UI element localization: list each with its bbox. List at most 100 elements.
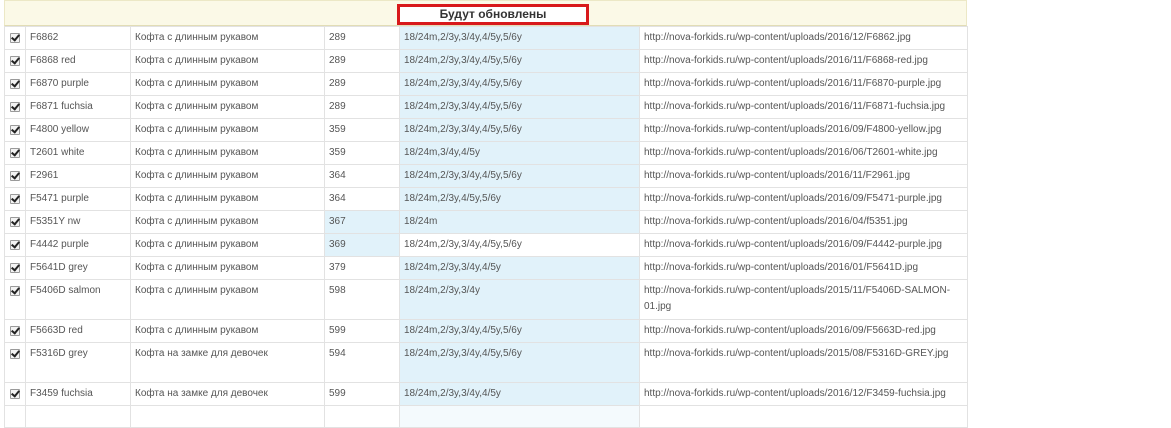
- checkbox-checked-icon[interactable]: [10, 326, 20, 336]
- sku-cell: F5316D grey: [25, 342, 131, 383]
- cutoff-cell: [399, 405, 640, 428]
- table-row: F5316D grey Кофта на замке для девочек 594…: [4, 342, 968, 383]
- sizes-cell: 18/24m,2/3y,3/4y,4/5y,5/6y: [399, 95, 640, 119]
- checkbox-checked-icon[interactable]: [10, 349, 20, 359]
- table-row-cutoff: [4, 405, 968, 428]
- price-cell: 289: [324, 49, 400, 73]
- image-url-cell: http://nova-forkids.ru/wp-content/upload…: [639, 49, 968, 73]
- name-cell: Кофта с длинным рукавом: [130, 256, 325, 280]
- price-cell: 367: [324, 210, 400, 234]
- checkbox-checked-icon[interactable]: [10, 217, 20, 227]
- image-url-cell: http://nova-forkids.ru/wp-content/upload…: [639, 187, 968, 211]
- sku-cell: F5663D red: [25, 319, 131, 343]
- price-cell: 289: [324, 72, 400, 96]
- sku-cell: F4800 yellow: [25, 118, 131, 142]
- price-cell: 598: [324, 279, 400, 320]
- table-row: F4442 purple Кофта с длинным рукавом 369 18…: [4, 233, 968, 257]
- sizes-cell: 18/24m,2/3y,3/4y,4/5y,5/6y: [399, 72, 640, 96]
- checkbox-checked-icon[interactable]: [10, 171, 20, 181]
- checkbox-checked-icon[interactable]: [10, 102, 20, 112]
- row-select-checkbox[interactable]: [4, 342, 26, 383]
- row-select-checkbox[interactable]: [4, 210, 26, 234]
- sizes-cell: 18/24m,2/3y,3/4y,4/5y: [399, 382, 640, 406]
- image-url-cell: http://nova-forkids.ru/wp-content/upload…: [639, 256, 968, 280]
- table-row: F5663D red Кофта с длинным рукавом 599 18/2…: [4, 319, 968, 343]
- cutoff-cell: [4, 405, 26, 428]
- image-url-cell: http://nova-forkids.ru/wp-content/upload…: [639, 210, 968, 234]
- price-cell: 594: [324, 342, 400, 383]
- row-select-checkbox[interactable]: [4, 49, 26, 73]
- row-select-checkbox[interactable]: [4, 95, 26, 119]
- sizes-cell: 18/24m,2/3y,4/5y,5/6y: [399, 187, 640, 211]
- price-cell: 599: [324, 382, 400, 406]
- checkbox-checked-icon[interactable]: [10, 79, 20, 89]
- row-select-checkbox[interactable]: [4, 141, 26, 165]
- name-cell: Кофта на замке для девочек: [130, 382, 325, 406]
- table-row: F5406D salmon Кофта с длинным рукавом 598 1…: [4, 279, 968, 320]
- sizes-cell: 18/24m,2/3y,3/4y,4/5y,5/6y: [399, 49, 640, 73]
- checkbox-checked-icon[interactable]: [10, 125, 20, 135]
- row-select-checkbox[interactable]: [4, 187, 26, 211]
- sizes-cell: 18/24m,2/3y,3/4y,4/5y,5/6y: [399, 233, 640, 257]
- sku-cell: F6871 fuchsia: [25, 95, 131, 119]
- name-cell: Кофта с длинным рукавом: [130, 279, 325, 320]
- checkbox-checked-icon[interactable]: [10, 240, 20, 250]
- name-cell: Кофта с длинным рукавом: [130, 141, 325, 165]
- row-select-checkbox[interactable]: [4, 319, 26, 343]
- image-url-cell: http://nova-forkids.ru/wp-content/upload…: [639, 164, 968, 188]
- import-preview-panel: Будут обновлены F6862 Кофта с длинным рук…: [4, 0, 968, 428]
- name-cell: Кофта с длинным рукавом: [130, 233, 325, 257]
- products-table-body: F6862 Кофта с длинным рукавом 289 18/24m,2/…: [4, 26, 968, 428]
- name-cell: Кофта с длинным рукавом: [130, 319, 325, 343]
- row-select-checkbox[interactable]: [4, 233, 26, 257]
- table-row: F4800 yellow Кофта с длинным рукавом 359 18…: [4, 118, 968, 142]
- checkbox-checked-icon[interactable]: [10, 389, 20, 399]
- name-cell: Кофта на замке для девочек: [130, 342, 325, 383]
- row-select-checkbox[interactable]: [4, 26, 26, 50]
- price-cell: 599: [324, 319, 400, 343]
- table-row: F2961 Кофта с длинным рукавом 364 18/24m,2/…: [4, 164, 968, 188]
- row-select-checkbox[interactable]: [4, 256, 26, 280]
- row-select-checkbox[interactable]: [4, 279, 26, 320]
- checkbox-checked-icon[interactable]: [10, 286, 20, 296]
- table-row: T2601 white Кофта с длинным рукавом 359 18/…: [4, 141, 968, 165]
- name-cell: Кофта с длинным рукавом: [130, 210, 325, 234]
- sizes-cell: 18/24m: [399, 210, 640, 234]
- checkbox-checked-icon[interactable]: [10, 263, 20, 273]
- cutoff-cell: [324, 405, 400, 428]
- price-cell: 359: [324, 118, 400, 142]
- sku-cell: F5351Y nw: [25, 210, 131, 234]
- sku-cell: F5641D grey: [25, 256, 131, 280]
- row-select-checkbox[interactable]: [4, 382, 26, 406]
- sizes-cell: 18/24m,2/3y,3/4y,4/5y: [399, 256, 640, 280]
- sizes-cell: 18/24m,2/3y,3/4y,4/5y,5/6y: [399, 164, 640, 188]
- image-url-cell: http://nova-forkids.ru/wp-content/upload…: [639, 26, 968, 50]
- price-cell: 364: [324, 164, 400, 188]
- section-title: Будут обновлены: [397, 4, 589, 25]
- checkbox-checked-icon[interactable]: [10, 33, 20, 43]
- row-select-checkbox[interactable]: [4, 118, 26, 142]
- sku-cell: F3459 fuchsia: [25, 382, 131, 406]
- products-table: F6862 Кофта с длинным рукавом 289 18/24m,2/…: [4, 26, 968, 428]
- name-cell: Кофта с длинным рукавом: [130, 95, 325, 119]
- checkbox-checked-icon[interactable]: [10, 148, 20, 158]
- sizes-cell: 18/24m,2/3y,3/4y,4/5y,5/6y: [399, 26, 640, 50]
- price-cell: 359: [324, 141, 400, 165]
- price-cell: 369: [324, 233, 400, 257]
- sku-cell: F4442 purple: [25, 233, 131, 257]
- table-row: F5641D grey Кофта с длинным рукавом 379 18/…: [4, 256, 968, 280]
- row-select-checkbox[interactable]: [4, 164, 26, 188]
- sku-cell: F6862: [25, 26, 131, 50]
- table-row: F5351Y nw Кофта с длинным рукавом 367 18/24…: [4, 210, 968, 234]
- image-url-cell: http://nova-forkids.ru/wp-content/upload…: [639, 319, 968, 343]
- cutoff-cell: [130, 405, 325, 428]
- price-cell: 379: [324, 256, 400, 280]
- sizes-cell: 18/24m,3/4y,4/5y: [399, 141, 640, 165]
- checkbox-checked-icon[interactable]: [10, 56, 20, 66]
- name-cell: Кофта с длинным рукавом: [130, 187, 325, 211]
- table-row: F6862 Кофта с длинным рукавом 289 18/24m,2/…: [4, 26, 968, 50]
- checkbox-checked-icon[interactable]: [10, 194, 20, 204]
- row-select-checkbox[interactable]: [4, 72, 26, 96]
- table-row: F5471 purple Кофта с длинным рукавом 364 18…: [4, 187, 968, 211]
- name-cell: Кофта с длинным рукавом: [130, 49, 325, 73]
